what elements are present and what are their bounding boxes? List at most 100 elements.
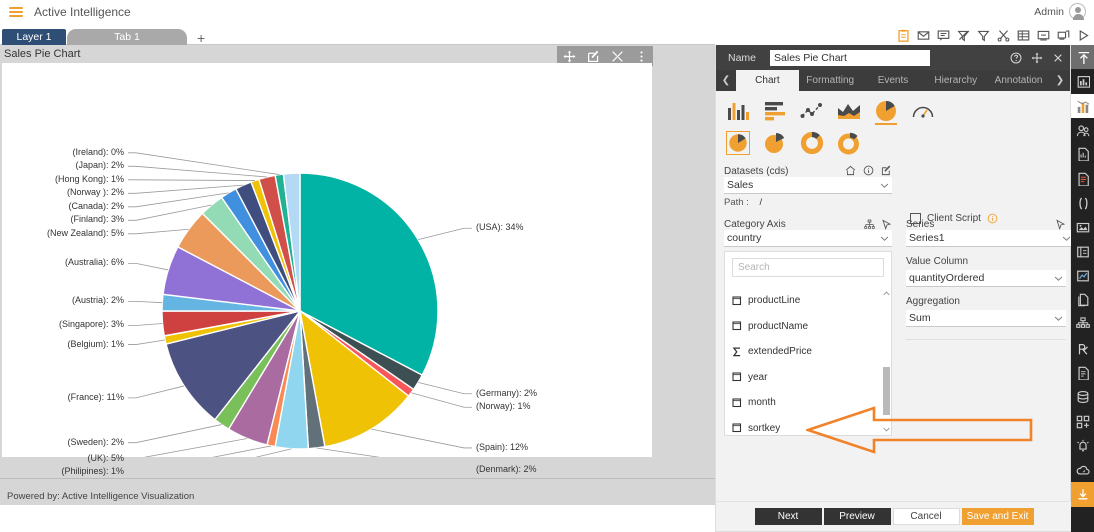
user-menu[interactable]: Admin (1034, 3, 1086, 20)
save-and-exit-button[interactable]: Save and Exit (961, 508, 1034, 525)
horizontal-bar-chart-icon[interactable] (763, 99, 787, 123)
pie-slice-label: (Finland): 3% (70, 214, 124, 225)
chart-name-input[interactable] (770, 49, 931, 66)
panel-tab-annotation[interactable]: Annotation (987, 70, 1050, 91)
chart-widget-icon[interactable] (1071, 93, 1094, 118)
widget-title: Sales Pie Chart (4, 48, 81, 60)
close-icon[interactable] (1052, 52, 1064, 64)
gauge-chart-icon[interactable] (911, 99, 935, 123)
org-tree-icon[interactable] (1071, 312, 1094, 336)
database-icon[interactable] (1071, 385, 1094, 409)
pie-exploded-icon[interactable] (763, 131, 787, 155)
monitor-icon[interactable] (1037, 29, 1050, 42)
aggregation-select[interactable]: Sum (906, 310, 1066, 327)
panel-tab-formatting[interactable]: Formatting (799, 70, 862, 91)
field-item[interactable]: sortkey (725, 416, 891, 436)
alert-bell-icon[interactable] (1071, 434, 1094, 458)
cancel-button[interactable]: Cancel (892, 508, 960, 525)
field-item[interactable]: month (725, 390, 891, 416)
donut-exploded-icon[interactable] (837, 131, 861, 155)
bar-chart-icon[interactable] (726, 99, 750, 123)
dimension-icon (732, 398, 742, 408)
next-button[interactable]: Next (754, 508, 822, 525)
clipboard-icon[interactable] (897, 29, 910, 42)
preview-button[interactable]: Preview (823, 508, 891, 525)
document-icon[interactable] (1071, 166, 1094, 190)
tab-layer-1[interactable]: Layer 1 (2, 29, 66, 45)
filter-icon[interactable] (977, 29, 990, 42)
move-icon[interactable] (1031, 52, 1043, 64)
scroll-up-icon[interactable] (882, 288, 891, 299)
widgets-icon[interactable] (1071, 409, 1094, 433)
field-item[interactable]: year (725, 365, 891, 391)
home-icon[interactable] (845, 165, 856, 176)
hierarchy-icon[interactable] (864, 219, 875, 230)
info-icon[interactable] (987, 213, 998, 224)
pie-chart: (USA): 34% (Germany): 2% (Norway): 1% (Spai… (2, 63, 652, 490)
chevron-right-icon[interactable]: ❯ (1050, 70, 1070, 91)
download-icon[interactable] (1071, 482, 1094, 507)
edit-icon[interactable] (587, 50, 600, 63)
prescription-icon[interactable] (1071, 337, 1094, 361)
field-item[interactable]: productName (725, 314, 891, 340)
hamburger-icon[interactable] (9, 5, 23, 19)
report-icon[interactable] (1071, 142, 1094, 166)
donut-chart-icon[interactable] (800, 131, 824, 155)
frame-icon[interactable] (1071, 239, 1094, 263)
pie-slice-label: (Denmark): 2% (476, 463, 537, 474)
panel-tab-events[interactable]: Events (862, 70, 925, 91)
play-icon[interactable] (1077, 29, 1090, 42)
note-icon[interactable] (1071, 361, 1094, 385)
copy-icon[interactable] (1071, 288, 1094, 312)
copy-screen-icon[interactable] (1057, 29, 1070, 42)
field-list[interactable]: productLine productName extendedPrice year m… (725, 288, 891, 435)
area-chart-icon[interactable] (837, 99, 861, 123)
pie-chart-icon[interactable] (874, 99, 898, 125)
cursor-icon[interactable] (881, 219, 892, 230)
group-icon[interactable] (1071, 118, 1094, 142)
category-axis-select[interactable]: country (724, 230, 892, 247)
pie-chart-widget[interactable]: (USA): 34% (Germany): 2% (Norway): 1% (Spai… (2, 63, 652, 490)
line-chart-icon[interactable] (800, 99, 824, 123)
add-tab-button[interactable]: + (197, 31, 205, 45)
field-item[interactable]: extendedPrice (725, 339, 891, 365)
client-script-checkbox[interactable] (910, 213, 921, 224)
path-value: / (759, 197, 763, 208)
search-input[interactable] (732, 258, 884, 277)
mail-icon[interactable] (917, 29, 930, 42)
code-braces-icon[interactable] (1071, 191, 1094, 215)
dataset-select[interactable]: Sales (724, 177, 892, 194)
field-item[interactable]: productLine (725, 288, 891, 314)
value-column-select[interactable]: quantityOrdered (906, 270, 1066, 287)
collapse-up-icon[interactable] (1071, 45, 1094, 70)
comment-icon[interactable] (937, 29, 950, 42)
pie-label-leader (128, 228, 189, 235)
image-icon[interactable] (1071, 215, 1094, 239)
clear-filter-icon[interactable] (957, 29, 970, 42)
settings-icon[interactable] (611, 50, 624, 63)
field-list-scrollbar[interactable] (882, 288, 891, 435)
trend-icon[interactable] (1071, 264, 1094, 288)
series-select[interactable]: Series1 (906, 230, 1074, 247)
info-icon[interactable] (863, 165, 874, 176)
pie-chart-icon[interactable] (726, 131, 750, 155)
panel-tab-chart[interactable]: Chart (736, 70, 799, 91)
path-row: Path : / (724, 197, 1062, 208)
tab-tab-1[interactable]: Tab 1 (67, 29, 187, 45)
panel-tab-hierarchy[interactable]: Hierarchy (924, 70, 987, 91)
edit-icon[interactable] (881, 165, 892, 176)
dashboard-icon[interactable] (1071, 69, 1094, 93)
help-icon[interactable] (1010, 52, 1022, 64)
cloud-gauge-icon[interactable] (1071, 458, 1094, 482)
cursor-icon[interactable] (1055, 219, 1066, 230)
pie-label-leader (316, 447, 472, 471)
scroll-down-icon[interactable] (882, 424, 891, 435)
user-avatar-icon[interactable] (1069, 3, 1086, 20)
canvas-area: Sales Pie Chart (USA): 34% (Germany): 2%(… (0, 45, 715, 505)
table-icon[interactable] (1017, 29, 1030, 42)
chevron-left-icon[interactable]: ❮ (716, 70, 736, 91)
scrollbar-thumb[interactable] (883, 367, 890, 415)
move-icon[interactable] (563, 50, 576, 63)
more-vertical-icon[interactable] (635, 50, 648, 63)
scissors-icon[interactable] (997, 29, 1010, 42)
